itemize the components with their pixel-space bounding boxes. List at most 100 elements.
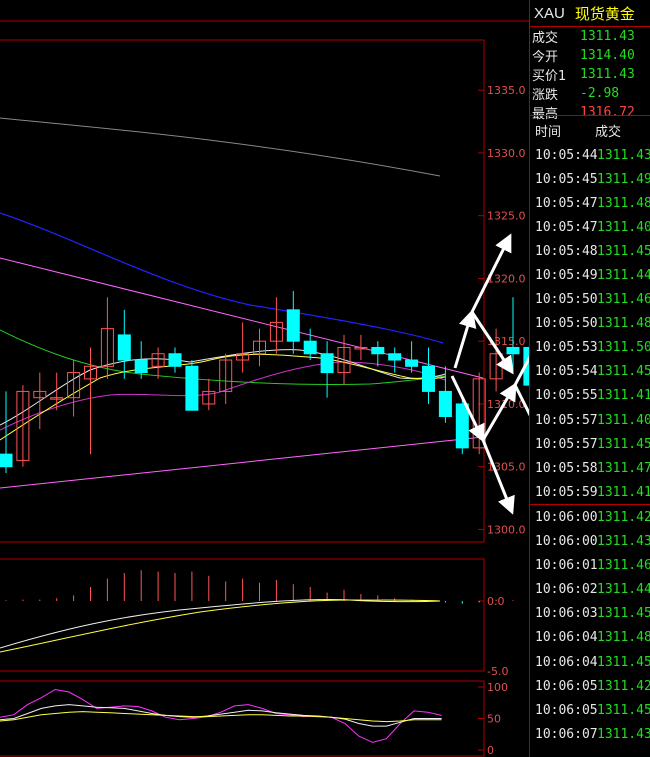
tick-time: 10:05:45 [535, 171, 598, 187]
tick-row[interactable]: 10:05:45 1311.49 [530, 167, 650, 191]
tick-time: 10:05:44 [535, 147, 598, 163]
tick-row[interactable]: 10:06:05 1311.45 [530, 698, 650, 722]
candle-body [0, 453, 13, 468]
tick-row[interactable]: 10:05:59 1311.41 [530, 480, 650, 504]
tick-time: 10:06:05 [535, 678, 598, 694]
quote-value: 1311.43 [580, 29, 635, 44]
ticks-header: 时间 成交 [530, 115, 650, 144]
tick-list[interactable]: 10:05:44 1311.43 10:05:45 1311.49 10:05:47 13… [530, 143, 650, 746]
tick-time: 10:05:53 [535, 340, 598, 356]
quote-row: 涨跌 -2.98 [530, 84, 650, 103]
tick-row[interactable]: 10:05:47 1311.48 [530, 191, 650, 215]
tick-price: 1311.46 [597, 558, 650, 574]
tick-row[interactable]: 10:06:04 1311.45 [530, 650, 650, 674]
tick-time: 10:05:47 [535, 195, 598, 211]
tick-time: 10:05:54 [535, 364, 598, 380]
quote-value: 1311.43 [580, 67, 635, 82]
tick-price: 1311.44 [597, 582, 650, 598]
tick-row[interactable]: 10:06:04 1311.48 [530, 626, 650, 650]
candle-body [286, 309, 300, 342]
tick-price: 1311.40 [597, 412, 650, 428]
tick-price: 1311.44 [597, 268, 650, 284]
kdj-tick-label: 0 [487, 744, 494, 757]
tick-row[interactable]: 10:06:02 1311.44 [530, 578, 650, 602]
tick-price: 1311.47 [597, 460, 650, 476]
candle-body [117, 334, 131, 361]
tick-time: 10:05:59 [535, 484, 598, 500]
tick-row[interactable]: 10:05:57 1311.45 [530, 432, 650, 456]
tick-price: 1311.41 [597, 388, 650, 404]
tick-row[interactable]: 10:06:00 1311.42 [530, 504, 650, 529]
price-tick-label: 1300.0 [487, 523, 526, 536]
price-tick-label: 1335.0 [487, 84, 526, 97]
quote-sidebar: XAU 现货黄金 成交 1311.43 今开 1314.40 买价1 1311.43 涨跌 -… [529, 0, 650, 757]
candle-body [371, 346, 385, 355]
candle-body [303, 340, 317, 355]
quote-row: 买价1 1311.43 [530, 65, 650, 84]
tick-row[interactable]: 10:05:58 1311.47 [530, 456, 650, 480]
tick-price: 1311.41 [597, 484, 650, 500]
tick-row[interactable]: 10:05:50 1311.46 [530, 288, 650, 312]
quote-row: 成交 1311.43 [530, 27, 650, 46]
candle-body [438, 390, 452, 417]
tick-row[interactable]: 10:05:50 1311.48 [530, 312, 650, 336]
tick-price: 1311.43 [597, 147, 650, 163]
candle-body [320, 353, 334, 374]
tick-row[interactable]: 10:06:01 1311.46 [530, 554, 650, 578]
tick-row[interactable]: 10:05:54 1311.45 [530, 360, 650, 384]
tick-price: 1311.49 [597, 171, 650, 187]
tick-time: 10:06:00 [535, 534, 598, 550]
tick-time: 10:06:01 [535, 558, 598, 574]
tick-price: 1311.46 [597, 292, 650, 308]
tick-row[interactable]: 10:05:49 1311.44 [530, 263, 650, 287]
quote-value: -2.98 [580, 86, 620, 101]
macd-tick-label: 0.0 [487, 595, 505, 608]
tick-price: 1311.42 [597, 678, 650, 694]
candle-body [455, 403, 469, 449]
kline-chart[interactable]: 1300.01305.01310.01315.01320.01325.01330… [0, 0, 530, 757]
tick-price: 1311.43 [597, 534, 650, 550]
tick-row[interactable]: 10:05:44 1311.43 [530, 143, 650, 167]
tick-price: 1311.45 [597, 243, 650, 259]
tick-time: 10:05:57 [535, 436, 598, 452]
tick-row[interactable]: 10:06:05 1311.42 [530, 674, 650, 698]
tick-time: 10:05:49 [535, 268, 598, 284]
tick-price: 1311.45 [597, 702, 650, 718]
tick-row[interactable]: 10:05:55 1311.41 [530, 384, 650, 408]
macd-tick-label: -5.0 [487, 665, 508, 678]
tick-price: 1311.45 [597, 654, 650, 670]
tick-time: 10:06:04 [535, 654, 598, 670]
price-tick-label: 1325.0 [487, 210, 526, 223]
price-tick-label: 1330.0 [487, 147, 526, 160]
candle-body [185, 365, 199, 411]
symbol-code: XAU [534, 4, 565, 22]
tick-time: 10:05:50 [535, 292, 598, 308]
tick-time: 10:06:04 [535, 630, 598, 646]
tick-row[interactable]: 10:06:07 1311.43 [530, 722, 650, 746]
tick-time: 10:06:03 [535, 606, 598, 622]
tick-price: 1311.45 [597, 364, 650, 380]
tick-price: 1311.43 [597, 726, 650, 742]
quote-header: XAU 现货黄金 [530, 0, 650, 27]
tick-row[interactable]: 10:05:53 1311.50 [530, 336, 650, 360]
tick-price: 1311.45 [597, 606, 650, 622]
tick-row[interactable]: 10:05:47 1311.40 [530, 215, 650, 239]
ticks-header-time: 时间 [535, 124, 562, 140]
quote-rows: 成交 1311.43 今开 1314.40 买价1 1311.43 涨跌 -2.98 最高 131… [530, 27, 650, 122]
kdj-tick-label: 50 [487, 713, 501, 726]
tick-time: 10:05:55 [535, 388, 598, 404]
tick-price: 1311.48 [597, 316, 650, 332]
tick-price: 1311.48 [597, 195, 650, 211]
tick-price: 1311.45 [597, 436, 650, 452]
candle-body [388, 353, 402, 361]
tick-time: 10:06:00 [535, 509, 598, 525]
tick-row[interactable]: 10:05:57 1311.40 [530, 408, 650, 432]
tick-row[interactable]: 10:05:48 1311.45 [530, 239, 650, 263]
tick-time: 10:06:07 [535, 726, 598, 742]
tick-time: 10:06:02 [535, 582, 598, 598]
tick-row[interactable]: 10:06:03 1311.45 [530, 602, 650, 626]
quote-row: 今开 1314.40 [530, 46, 650, 65]
quote-label: 今开 [532, 50, 559, 65]
tick-row[interactable]: 10:06:00 1311.43 [530, 530, 650, 554]
quote-label: 涨跌 [532, 88, 559, 103]
